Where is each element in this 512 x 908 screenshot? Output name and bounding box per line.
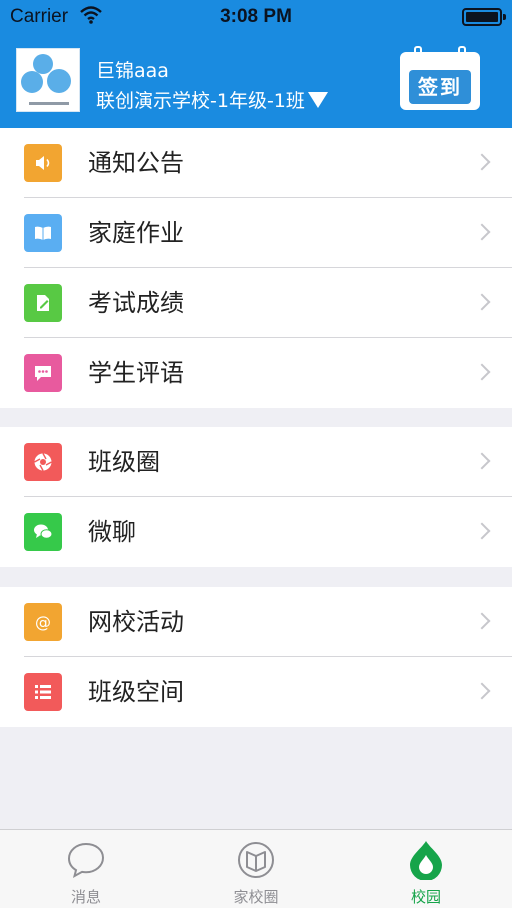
school-class-label: 联创演示学校-1年级-1班 bbox=[96, 90, 305, 112]
menu-item-online-activities[interactable]: @ 网校活动 bbox=[0, 587, 512, 657]
menu-item-homework[interactable]: 家庭作业 bbox=[0, 198, 512, 268]
menu-item-label: 班级空间 bbox=[88, 678, 184, 706]
menu-item-label: 网校活动 bbox=[88, 608, 184, 636]
menu-group-academics: 通知公告 家庭作业 考试成绩 学生评语 bbox=[0, 128, 512, 408]
menu-item-exam-scores[interactable]: 考试成绩 bbox=[0, 268, 512, 338]
chevron-right-icon bbox=[473, 452, 491, 470]
menu-item-class-space[interactable]: 班级空间 bbox=[0, 657, 512, 727]
drop-icon bbox=[410, 841, 442, 880]
compass-icon bbox=[238, 842, 274, 878]
calendar-icon: 签到 bbox=[400, 52, 480, 110]
tab-label: 校园 bbox=[410, 888, 441, 906]
menu-item-label: 班级圈 bbox=[88, 448, 160, 476]
menu-item-label: 微聊 bbox=[88, 518, 136, 546]
chevron-right-icon bbox=[473, 682, 491, 700]
status-bar: Carrier 3:08 PM bbox=[0, 0, 512, 36]
menu-item-notice[interactable]: 通知公告 bbox=[0, 128, 512, 198]
chevron-right-icon bbox=[473, 612, 491, 630]
menu-group-campus: @ 网校活动 班级空间 bbox=[0, 587, 512, 727]
svg-text:@: @ bbox=[35, 613, 51, 632]
battery-icon bbox=[462, 8, 506, 26]
chat-icon bbox=[24, 513, 62, 551]
tab-campus[interactable]: 校园 bbox=[366, 830, 486, 908]
profile-header: 巨锦aaa 联创演示学校-1年级-1班 签到 bbox=[0, 36, 512, 128]
tab-label: 消息 bbox=[70, 888, 101, 906]
menu-item-label: 家庭作业 bbox=[88, 219, 184, 247]
menu-item-label: 考试成绩 bbox=[88, 289, 184, 317]
chevron-right-icon bbox=[473, 363, 491, 381]
avatar[interactable] bbox=[16, 48, 80, 112]
menu-item-label: 通知公告 bbox=[88, 149, 184, 177]
tab-messages[interactable]: 消息 bbox=[26, 830, 146, 908]
menu-item-label: 学生评语 bbox=[88, 359, 184, 387]
list-icon bbox=[24, 673, 62, 711]
speech-bubble-icon bbox=[67, 842, 105, 878]
menu-item-comments[interactable]: 学生评语 bbox=[0, 338, 512, 408]
signin-button[interactable]: 签到 bbox=[400, 46, 480, 112]
tab-bar: 消息 家校圈 校园 bbox=[0, 829, 512, 908]
tab-home-school-circle[interactable]: 家校圈 bbox=[196, 830, 316, 908]
speaker-icon bbox=[24, 144, 62, 182]
class-selector[interactable]: 联创演示学校-1年级-1班 bbox=[96, 86, 328, 113]
dropdown-triangle-icon bbox=[307, 92, 328, 108]
signin-label: 签到 bbox=[409, 70, 471, 104]
chevron-right-icon bbox=[473, 153, 491, 171]
menu-group-social: 班级圈 微聊 bbox=[0, 427, 512, 567]
pencil-icon bbox=[24, 284, 62, 322]
book-icon bbox=[24, 214, 62, 252]
chevron-right-icon bbox=[473, 522, 491, 540]
clock: 3:08 PM bbox=[220, 6, 292, 27]
tab-label: 家校圈 bbox=[233, 888, 279, 906]
chevron-right-icon bbox=[473, 293, 491, 311]
at-icon: @ bbox=[24, 603, 62, 641]
comment-icon bbox=[24, 354, 62, 392]
aperture-icon bbox=[24, 443, 62, 481]
menu-item-wechat[interactable]: 微聊 bbox=[0, 497, 512, 567]
menu-item-class-circle[interactable]: 班级圈 bbox=[0, 427, 512, 497]
user-name: 巨锦aaa bbox=[96, 60, 169, 82]
chevron-right-icon bbox=[473, 223, 491, 241]
